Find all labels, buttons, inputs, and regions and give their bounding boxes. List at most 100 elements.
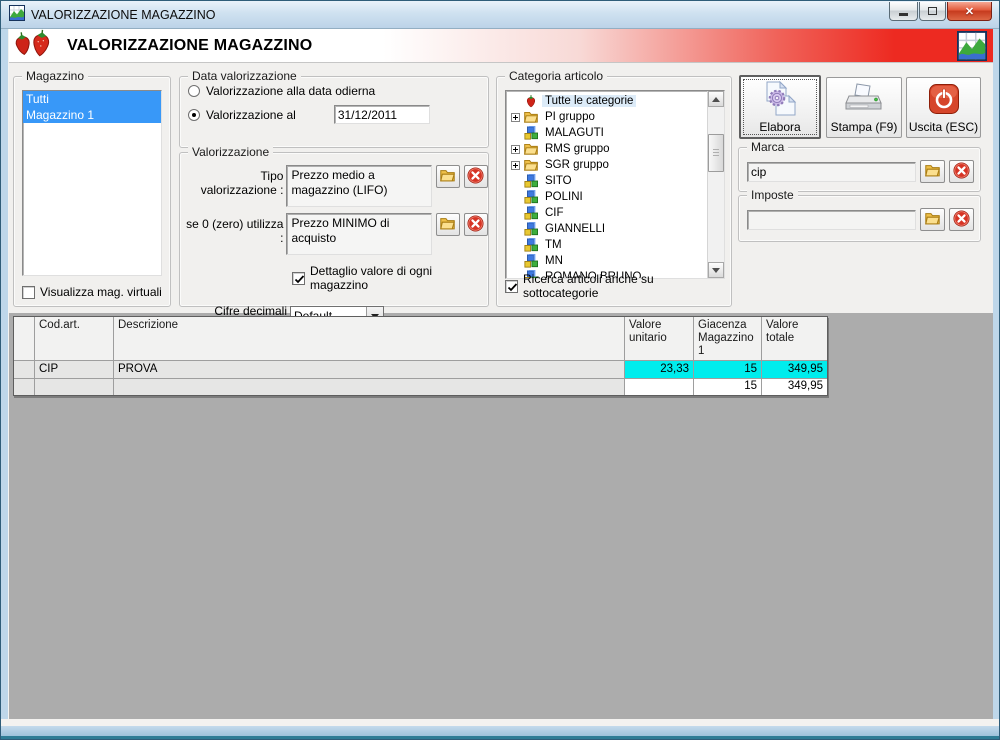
header-giacenza[interactable]: Giacenza Magazzino 1 bbox=[694, 317, 761, 360]
header-valore-totale[interactable]: Valore totale bbox=[762, 317, 827, 360]
folder-icon bbox=[924, 211, 941, 228]
maximize-icon bbox=[928, 7, 937, 15]
imposte-group-label: Imposte bbox=[747, 188, 798, 202]
tree-item[interactable]: PI gruppo bbox=[508, 109, 707, 125]
stampa-button[interactable]: Stampa (F9) bbox=[826, 77, 902, 138]
marca-group-label: Marca bbox=[747, 140, 789, 154]
marca-input[interactable] bbox=[747, 161, 916, 182]
expand-plus-icon[interactable] bbox=[510, 144, 520, 154]
uscita-button[interactable]: Uscita (ESC) bbox=[906, 77, 981, 138]
page-header: VALORIZZAZIONE MAGAZZINO bbox=[9, 29, 993, 63]
radio-odierna[interactable] bbox=[188, 85, 200, 97]
dettaglio-checkbox-row[interactable]: Dettaglio valore di ogni magazzino bbox=[292, 264, 488, 292]
uscita-label: Uscita (ESC) bbox=[908, 120, 979, 134]
tree-item-label: MN bbox=[545, 255, 563, 267]
scrollbar-thumb[interactable] bbox=[708, 134, 724, 172]
stampa-label: Stampa (F9) bbox=[830, 120, 898, 134]
tipo-clear-button[interactable] bbox=[463, 165, 488, 188]
page-title: VALORIZZAZIONE MAGAZZINO bbox=[67, 36, 313, 54]
ricerca-sottocategorie-checkbox[interactable]: Ricerca articoli anche su sottocategorie bbox=[505, 272, 731, 300]
header-valore-unitario[interactable]: Valore unitario bbox=[625, 317, 693, 360]
tipo-valorizzazione-label: Tipo valorizzazione : bbox=[200, 169, 284, 197]
folder-icon bbox=[439, 168, 456, 185]
chart-icon bbox=[957, 31, 987, 64]
minimize-icon bbox=[899, 12, 908, 16]
visualizza-virtuali-checkbox[interactable]: Visualizza mag. virtuali bbox=[22, 285, 162, 299]
expand-plus-icon[interactable] bbox=[510, 160, 520, 170]
imposte-input[interactable] bbox=[747, 209, 916, 230]
imposte-clear-button[interactable] bbox=[949, 208, 974, 231]
tree-item[interactable]: MALAGUTI bbox=[508, 125, 707, 141]
tree-item[interactable]: RMS gruppo bbox=[508, 141, 707, 157]
row-selector[interactable] bbox=[14, 361, 34, 378]
folder-icon bbox=[439, 216, 456, 233]
tree-item[interactable]: GIANNELLI bbox=[508, 221, 707, 237]
radio-odierna-row[interactable]: Valorizzazione alla data odierna bbox=[188, 84, 488, 98]
totals-row-selector bbox=[14, 379, 34, 395]
imposte-browse-button[interactable] bbox=[920, 208, 945, 231]
tree-items: Tutte le categorie PI gruppo MALAGUTI RMS g… bbox=[506, 91, 707, 278]
marca-group: Marca bbox=[738, 140, 981, 192]
tree-item[interactable]: POLINI bbox=[508, 189, 707, 205]
scroll-up-button[interactable] bbox=[708, 91, 724, 107]
elabora-button[interactable]: Elabora bbox=[739, 75, 821, 139]
list-item[interactable]: Magazzino 1 bbox=[23, 107, 161, 123]
magazzino-group: Magazzino Tutti Magazzino 1 Visualizza ma… bbox=[13, 69, 171, 307]
cell-cod-art[interactable]: CIP bbox=[35, 361, 113, 378]
se-zero-browse-button[interactable] bbox=[435, 213, 460, 236]
maximize-button[interactable] bbox=[919, 2, 946, 21]
expand-plus-icon[interactable] bbox=[510, 112, 520, 122]
checkbox-checked-icon[interactable] bbox=[505, 279, 518, 293]
tree-item[interactable]: TM bbox=[508, 237, 707, 253]
data-valorizzazione-group: Data valorizzazione Valorizzazione alla … bbox=[179, 69, 489, 148]
tree-item[interactable]: MN bbox=[508, 253, 707, 269]
totals-valore-totale: 349,95 bbox=[762, 379, 827, 395]
tree-item-label: MALAGUTI bbox=[545, 127, 604, 139]
se-zero-clear-button[interactable] bbox=[463, 213, 488, 236]
cubes-icon bbox=[522, 174, 539, 188]
cell-giacenza[interactable]: 15 bbox=[694, 361, 761, 378]
totals-descrizione bbox=[114, 379, 624, 395]
delete-icon bbox=[467, 166, 484, 187]
magazzino-listbox[interactable]: Tutti Magazzino 1 bbox=[22, 90, 162, 276]
window-frame-left bbox=[1, 29, 9, 719]
radio-odierna-label: Valorizzazione alla data odierna bbox=[206, 84, 376, 98]
tree-item-label: TM bbox=[545, 239, 562, 251]
checkbox-unchecked-icon[interactable] bbox=[22, 285, 35, 299]
cell-valore-totale[interactable]: 349,95 bbox=[762, 361, 827, 378]
minimize-button[interactable] bbox=[889, 2, 918, 21]
chevron-up-icon bbox=[712, 96, 720, 102]
imposte-group: Imposte bbox=[738, 188, 981, 242]
strawberries-icon bbox=[9, 28, 57, 63]
radio-al-label: Valorizzazione al bbox=[206, 107, 296, 122]
folder-icon bbox=[522, 110, 539, 124]
header-descrizione[interactable]: Descrizione bbox=[114, 317, 624, 360]
checkbox-checked-icon[interactable] bbox=[292, 271, 305, 285]
cell-descrizione[interactable]: PROVA bbox=[114, 361, 624, 378]
magazzino-group-label: Magazzino bbox=[22, 69, 89, 83]
tree-item[interactable]: SGR gruppo bbox=[508, 157, 707, 173]
close-button[interactable]: ✕ bbox=[947, 2, 992, 21]
cubes-icon bbox=[522, 254, 539, 268]
radio-al-row[interactable]: Valorizzazione al bbox=[188, 105, 488, 124]
categoria-tree[interactable]: Tutte le categorie PI gruppo MALAGUTI RMS g… bbox=[505, 90, 725, 279]
title-bar[interactable]: VALORIZZAZIONE MAGAZZINO ✕ bbox=[1, 1, 999, 29]
marca-clear-button[interactable] bbox=[949, 160, 974, 183]
tipo-browse-button[interactable] bbox=[435, 165, 460, 188]
header-cod-art[interactable]: Cod.art. bbox=[35, 317, 113, 360]
cubes-icon bbox=[522, 190, 539, 204]
tree-item[interactable]: Tutte le categorie bbox=[508, 93, 707, 109]
tree-item[interactable]: CIF bbox=[508, 205, 707, 221]
ricerca-sottocategorie-label: Ricerca articoli anche su sottocategorie bbox=[523, 272, 654, 300]
tree-scrollbar[interactable] bbox=[707, 91, 724, 278]
marca-browse-button[interactable] bbox=[920, 160, 945, 183]
radio-al[interactable] bbox=[188, 108, 200, 121]
cubes-icon bbox=[522, 206, 539, 220]
visualizza-virtuali-label: Visualizza mag. virtuali bbox=[40, 285, 162, 299]
row-selector-header bbox=[14, 317, 34, 360]
list-item[interactable]: Tutti bbox=[23, 91, 161, 107]
date-input[interactable] bbox=[333, 105, 430, 124]
tree-item[interactable]: SITO bbox=[508, 173, 707, 189]
tree-item-label: CIF bbox=[545, 207, 564, 219]
cell-valore-unitario[interactable]: 23,33 bbox=[625, 361, 693, 378]
